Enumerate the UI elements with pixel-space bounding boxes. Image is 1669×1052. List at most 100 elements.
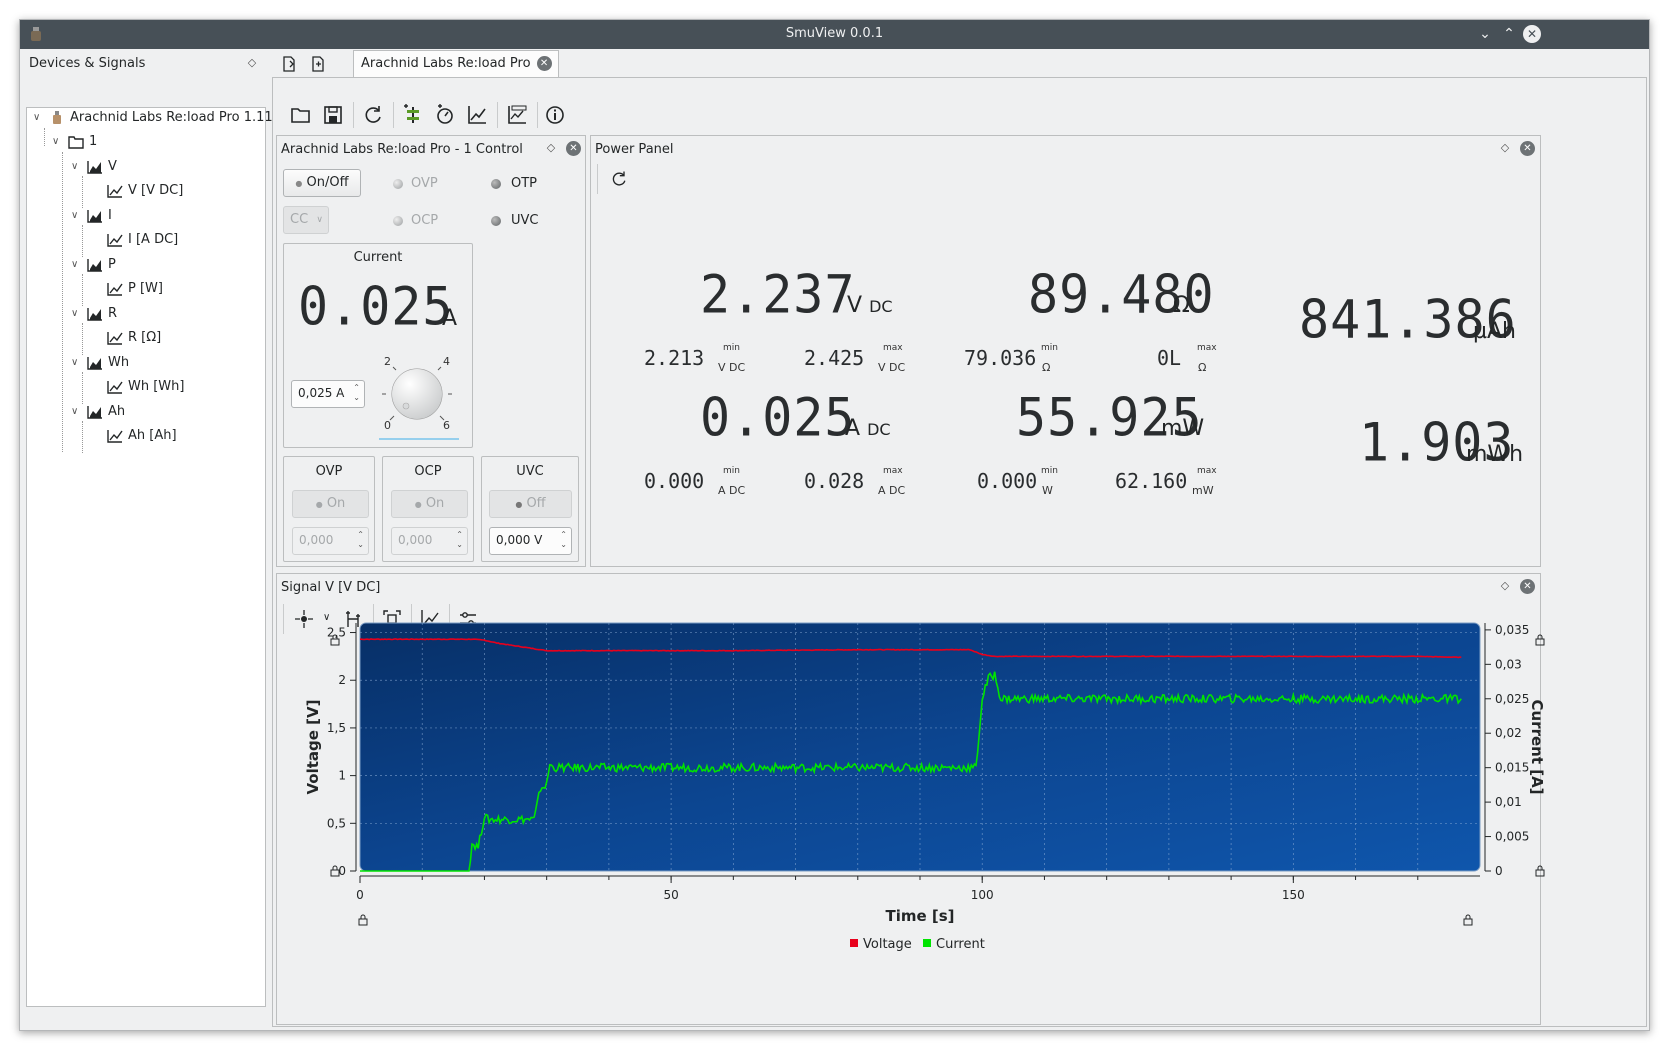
on-off-button[interactable]: ● On/Off [283,169,361,197]
expand-chevron-icon[interactable]: ∨ [71,255,81,275]
voltage-display: 2.237 [700,264,856,325]
tree-item-channel-ah[interactable]: Ah [Ah] [107,426,177,446]
signal-label: Ah [108,404,126,419]
expand-chevron-icon[interactable]: ∨ [71,157,81,177]
uvc-led-icon [491,216,501,226]
tree-item-device[interactable]: Arachnid Labs Re:load Pro 1.11 ... [49,108,289,128]
float-icon[interactable]: ◇ [545,142,557,154]
spin-arrows-icon[interactable]: ⌃ ⌄ [357,530,364,550]
y-tick-label: 1,5 [327,721,346,735]
close-icon[interactable]: ✕ [1520,579,1535,594]
signal-child-label: P [W] [128,281,163,296]
devices-signals-dock: Devices & Signals ◇ ∨ Arachnid Labs Re:l… [20,49,289,1029]
ocp-button-label: On [425,496,445,511]
ovp-enable-button[interactable]: ● On [292,490,369,518]
maximize-button[interactable]: ⌃ [1500,25,1518,43]
tab-device[interactable]: Arachnid Labs Re:load Pro ✕ [353,50,559,77]
tree-item-signal-ah[interactable]: Ah [87,402,125,422]
voltage-unit: V DC [847,293,893,318]
add-device-tab-icon[interactable] [278,53,300,75]
otp-led-icon [491,179,501,189]
y2-tick-label: 0,01 [1495,795,1522,809]
tree-item-signal-v[interactable]: V [87,157,117,177]
folder-icon [68,135,84,149]
float-icon[interactable]: ◇ [1499,580,1511,592]
plot-icon [107,429,123,443]
tree-item-channel-wh[interactable]: Wh [Wh] [107,377,184,397]
spin-arrows-icon[interactable]: ⌃ ⌄ [353,383,360,403]
signal-icon [87,356,102,370]
close-icon[interactable]: ✕ [566,141,581,156]
ovp-button-label: On [326,496,346,511]
uvc-spinbox[interactable]: 0,000 V ⌃ ⌄ [489,527,572,555]
expand-chevron-icon[interactable]: ∨ [71,304,81,324]
resistance-min-unit: Ω [1042,361,1051,374]
reset-icon[interactable] [609,169,629,189]
ovp-spinbox[interactable]: 0,000 ⌃ ⌄ [292,527,369,555]
uvc-enable-button[interactable]: ● Off [489,490,572,518]
min-label: min [1041,343,1058,353]
uvc-group: UVC ● Off 0,000 V ⌃ ⌄ [481,456,579,562]
expand-chevron-icon[interactable]: ∨ [52,132,62,152]
tree-item-signal-p[interactable]: P [87,255,116,275]
add-panel-icon[interactable] [433,103,457,127]
float-icon[interactable]: ◇ [1499,142,1511,154]
signal-child-label: V [V DC] [128,183,184,198]
open-folder-icon[interactable] [289,103,313,127]
signal-label: Wh [108,355,130,370]
tab-label: Arachnid Labs Re:load Pro [361,56,531,71]
add-plot-icon[interactable] [465,103,489,127]
tree-item-signal-i[interactable]: I [87,206,112,226]
tree-item-channel-r[interactable]: R [Ω] [107,328,161,348]
tab-close-icon[interactable]: ✕ [536,56,552,71]
info-icon[interactable] [543,103,567,127]
refresh-icon[interactable] [361,103,385,127]
resistance-max: 0L [1157,346,1182,370]
expand-chevron-icon[interactable]: ∨ [71,206,81,226]
power-panel-title: Power Panel [595,142,674,157]
signal-plot[interactable]: 0 50 100 150 0 0,5 1 1,5 2 2,5 0 0,005 0,01 0,015 0,02… [282,610,1572,970]
minimize-button[interactable]: ⌄ [1476,25,1494,43]
current-spin-value: 0,025 A [298,386,345,400]
voltage-max: 2.425 [804,346,865,370]
save-icon[interactable] [321,103,345,127]
resistance-min: 79.036 [964,346,1037,370]
ocp-spin-value: 0,000 [398,533,433,547]
float-icon[interactable]: ◇ [246,57,258,69]
device-tree[interactable]: ∨ Arachnid Labs Re:load Pro 1.11 ... ∨ 1… [26,107,289,1007]
add-user-tab-icon[interactable] [307,53,329,75]
ocp-spinbox[interactable]: 0,000 ⌃ ⌄ [391,527,468,555]
tree-item-signal-wh[interactable]: Wh [87,353,129,373]
y2-tick-label: 0,025 [1495,692,1529,706]
ocp-led-icon [393,216,403,226]
power-unit: mW [1161,416,1205,441]
expand-chevron-icon[interactable]: ∨ [71,402,81,422]
close-window-button[interactable]: ✕ [1523,25,1541,43]
mode-select[interactable]: CC ∨ [283,206,329,234]
close-icon[interactable]: ✕ [1520,141,1535,156]
current-spinbox[interactable]: 0,025 A ⌃ ⌄ [291,380,365,408]
signal-label: V [108,159,117,174]
tree-item-channel-i[interactable]: I [A DC] [107,230,178,250]
tree-item-channel-v[interactable]: V [V DC] [107,181,183,201]
device-label: Arachnid Labs Re:load Pro 1.11 ... [70,110,290,125]
knob-tick-4: 4 [443,355,450,368]
plot-icon [107,184,123,198]
spin-arrows-icon[interactable]: ⌃ ⌄ [456,530,463,550]
tree-item-signal-r[interactable]: R [87,304,117,324]
add-control-icon[interactable] [401,103,425,127]
y2-tick-label: 0,03 [1495,657,1522,671]
y2-axis-label: Current [A] [1528,699,1546,794]
tree-item-channel-p[interactable]: P [W] [107,279,163,299]
y2-tick-label: 0,035 [1495,623,1529,637]
expand-chevron-icon[interactable]: ∨ [71,353,81,373]
tree-item-channel[interactable]: 1 [68,132,97,152]
ocp-enable-button[interactable]: ● On [391,490,468,518]
signal-label: R [108,306,118,321]
spin-arrows-icon[interactable]: ⌃ ⌄ [560,530,567,550]
add-xy-plot-icon[interactable] [505,103,529,127]
expand-chevron-icon[interactable]: ∨ [33,108,43,128]
max-label: max [883,466,903,476]
signal-icon [87,160,102,174]
lock-icon [1535,634,1545,646]
